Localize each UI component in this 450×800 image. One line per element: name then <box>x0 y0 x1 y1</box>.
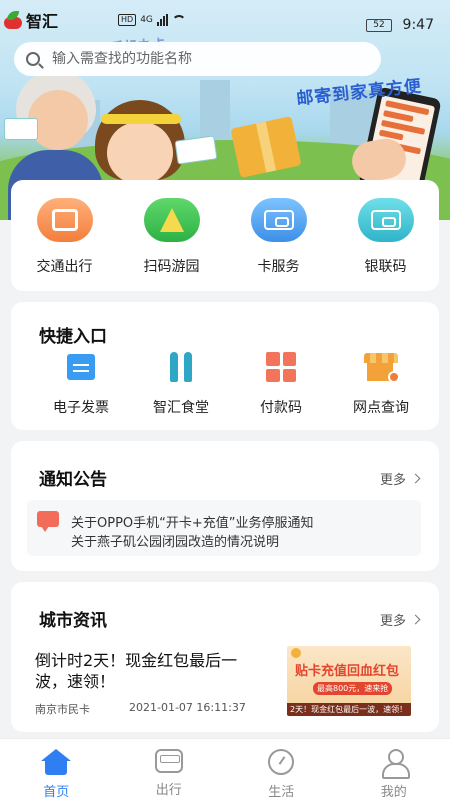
bottom-tab-bar: 首页 出行 生活 我的 <box>0 738 450 800</box>
tab-me[interactable]: 我的 <box>338 739 450 800</box>
wifi-icon <box>171 15 186 25</box>
tree-icon <box>143 198 200 242</box>
quick-entry-card: 快捷入口 电子发票 智汇食堂 付款码 网点查询 <box>11 302 439 430</box>
app-logo: 智汇 <box>4 8 58 32</box>
search-bar[interactable] <box>14 42 381 76</box>
tab-label: 首页 <box>43 785 70 800</box>
quick-entry-title: 快捷入口 <box>39 327 107 347</box>
clock: 9:47 <box>402 17 434 33</box>
unionpay-card-icon <box>357 198 414 242</box>
news-thumbnail[interactable]: 贴卡充值回血红包 最高800元，速来抢 2天！现金红包最后一波，速领！ <box>287 646 411 716</box>
news-date: 2021-01-07 16:11:37 <box>129 701 246 714</box>
compass-icon <box>268 749 295 775</box>
service-transport[interactable]: 交通出行 <box>20 198 110 291</box>
store-location-icon <box>364 350 400 384</box>
news-title: 城市资讯 <box>39 611 107 631</box>
notice-item[interactable]: 关于OPPO手机“开卡+充值”业务停服通知 <box>71 512 314 531</box>
service-unionpay-code[interactable]: 银联码 <box>341 198 431 291</box>
more-label: 更多 <box>379 473 406 488</box>
network-type: 4G <box>140 15 153 25</box>
quick-entry-payment-code[interactable]: 付款码 <box>231 350 331 417</box>
quick-entry-label: 电子发票 <box>53 400 109 416</box>
quick-entry-label: 付款码 <box>260 400 302 416</box>
notice-card: 通知公告 更多 关于OPPO手机“开卡+充值”业务停服通知 关于燕子矶公园闭园改… <box>11 441 439 571</box>
quick-entry-label: 网点查询 <box>353 400 409 416</box>
news-source: 南京市民卡 <box>35 703 90 716</box>
more-label: 更多 <box>379 614 406 629</box>
quick-entry-invoice[interactable]: 电子发票 <box>31 350 131 417</box>
canteen-icon <box>164 350 198 384</box>
bus-icon <box>154 749 183 773</box>
bus-card-icon <box>36 198 93 242</box>
tab-life[interactable]: 生活 <box>225 739 338 800</box>
banner-card-illustration <box>4 118 38 140</box>
hd-icon: HD <box>118 14 137 26</box>
tab-travel[interactable]: 出行 <box>113 739 226 800</box>
chevron-right-icon <box>410 614 421 625</box>
app-logo-icon <box>4 11 22 29</box>
service-label: 卡服务 <box>257 259 300 275</box>
search-input[interactable] <box>52 51 352 67</box>
tab-home[interactable]: 首页 <box>0 739 113 800</box>
card-icon <box>250 198 307 242</box>
notice-item[interactable]: 关于燕子矶公园闭园改造的情况说明 <box>71 531 279 550</box>
invoice-icon <box>64 350 98 384</box>
notice-more-link[interactable]: 更多 <box>379 469 421 488</box>
payment-code-icon <box>264 350 298 384</box>
city-news-card: 城市资讯 更多 倒计时2天！现金红包最后一波，速领！ 南京市民卡 2021-01… <box>11 582 439 732</box>
service-label: 扫码游园 <box>143 259 200 275</box>
service-card[interactable]: 卡服务 <box>234 198 324 291</box>
service-label: 银联码 <box>364 259 407 275</box>
chevron-right-icon <box>410 473 421 484</box>
tab-label: 生活 <box>268 785 295 800</box>
service-scan-park[interactable]: 扫码游园 <box>127 198 217 291</box>
notice-list[interactable]: 关于OPPO手机“开卡+充值”业务停服通知 关于燕子矶公园闭园改造的情况说明 <box>27 500 421 556</box>
quick-entry-canteen[interactable]: 智汇食堂 <box>131 350 231 417</box>
notice-title: 通知公告 <box>39 470 107 490</box>
service-label: 交通出行 <box>36 259 93 275</box>
thumbnail-footer: 2天！现金红包最后一波，速领！ <box>287 703 411 716</box>
news-headline[interactable]: 倒计时2天！现金红包最后一波，速领！ <box>35 650 255 692</box>
main-services-card: 交通出行 扫码游园 卡服务 银联码 <box>11 180 439 291</box>
coin-icon <box>291 648 301 658</box>
quick-entry-label: 智汇食堂 <box>153 400 209 416</box>
message-icon <box>37 511 59 532</box>
signal-icon <box>156 14 168 26</box>
search-icon <box>26 52 40 66</box>
network-indicators: HD 4G <box>118 14 186 26</box>
tab-label: 我的 <box>380 785 407 800</box>
home-icon <box>41 749 72 775</box>
user-icon <box>381 749 410 779</box>
thumbnail-title: 贴卡充值回血红包 <box>295 664 400 679</box>
app-name: 智汇 <box>26 12 59 31</box>
status-bar: 智汇 HD 4G 52 9:47 <box>0 0 450 34</box>
quick-entry-outlet-search[interactable]: 网点查询 <box>331 350 431 417</box>
tab-label: 出行 <box>155 783 182 798</box>
thumbnail-badge: 最高800元，速来抢 <box>313 682 393 695</box>
news-more-link[interactable]: 更多 <box>379 610 421 629</box>
battery-icon: 52 <box>366 19 392 32</box>
